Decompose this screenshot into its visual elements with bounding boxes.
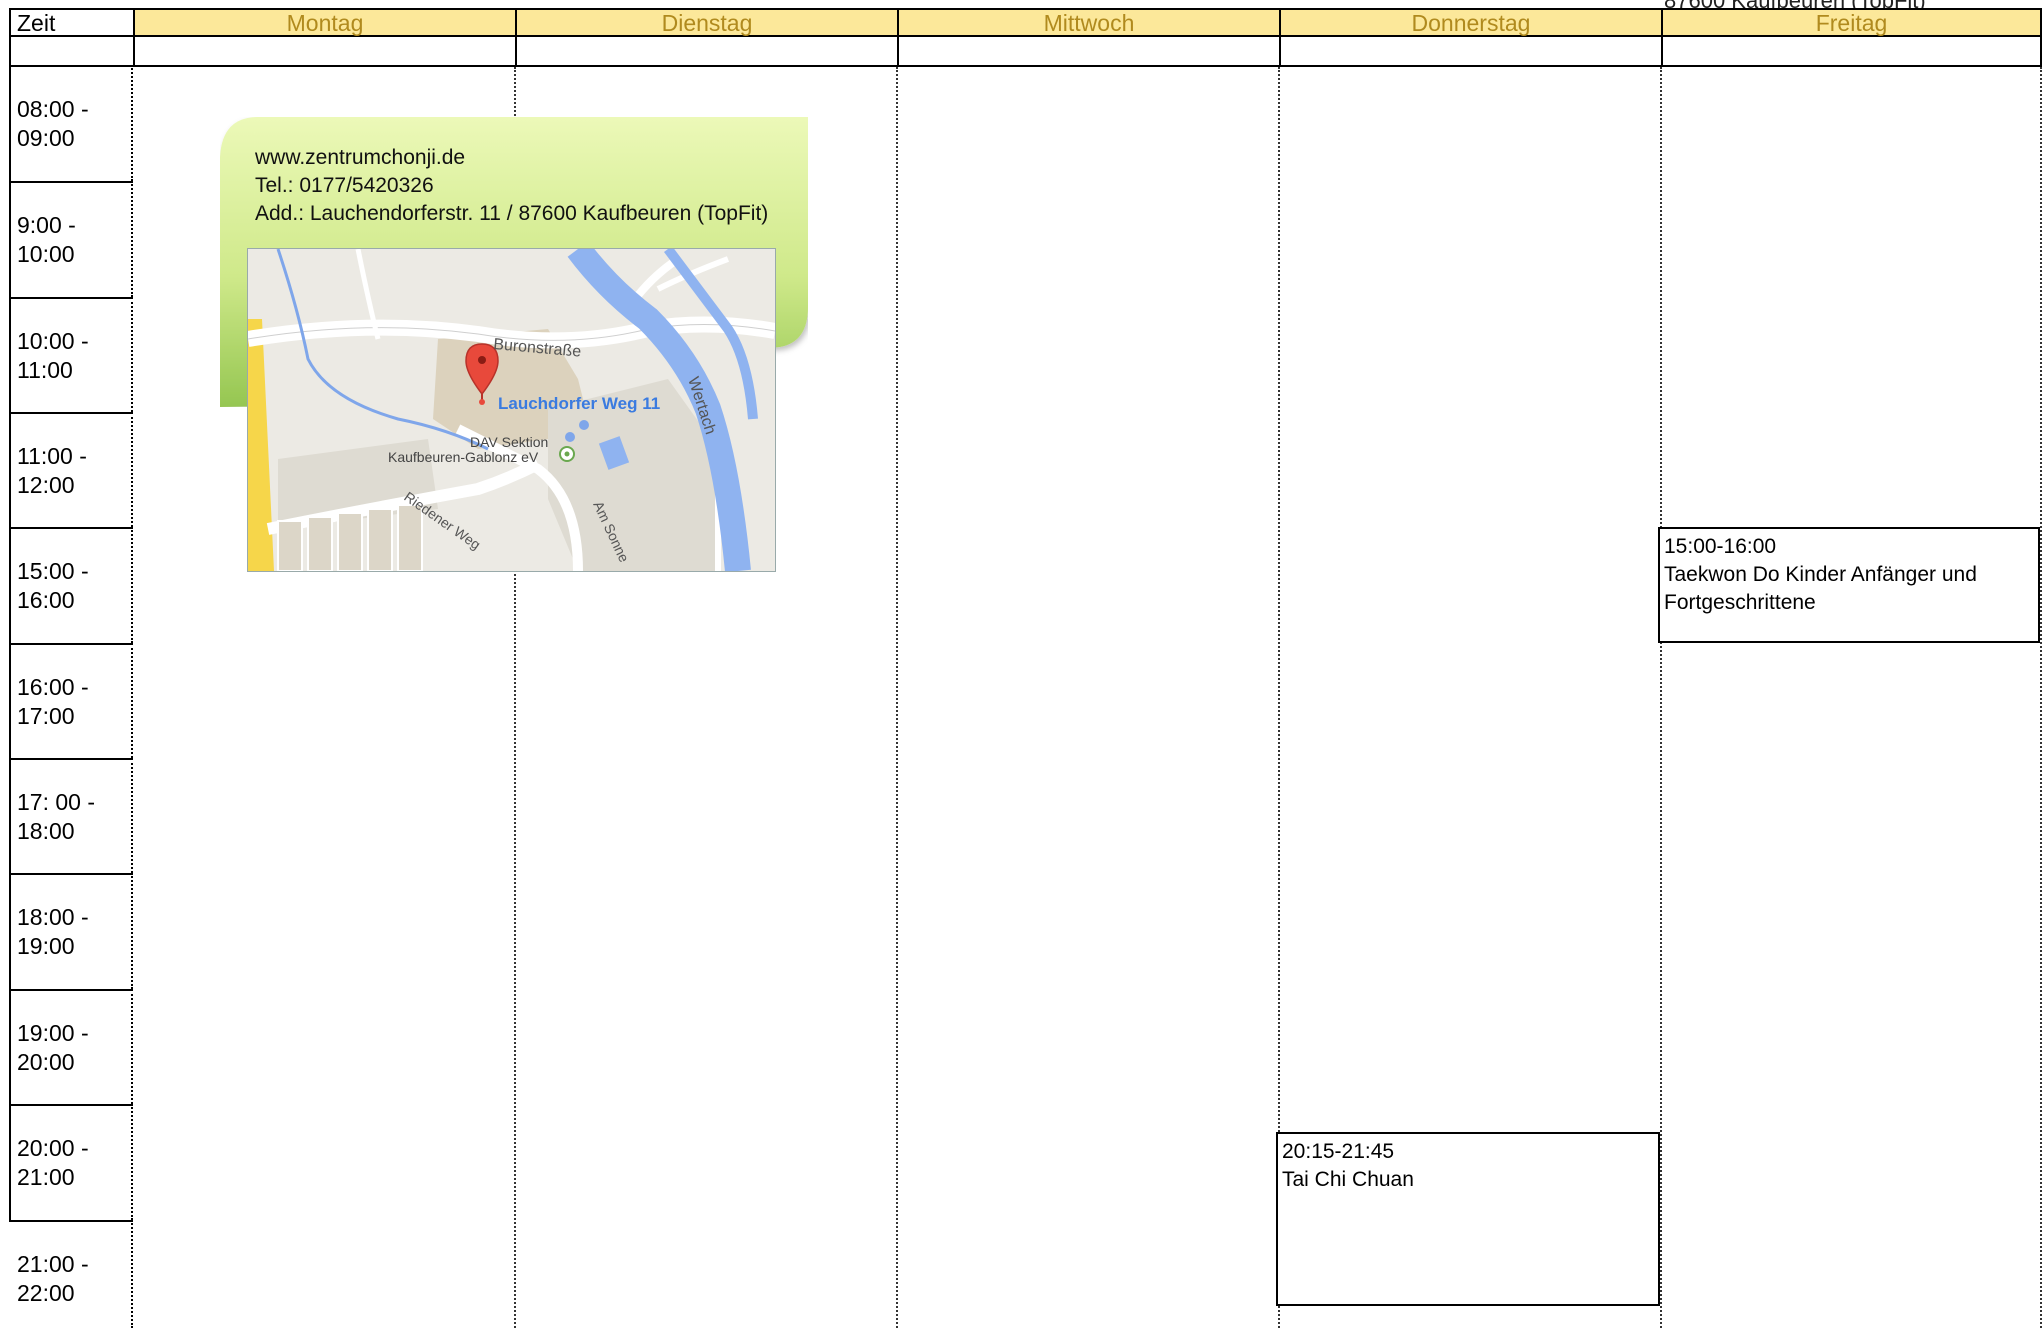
map-dot — [565, 432, 575, 442]
event-donnerstag-taichi[interactable]: 20:15-21:45 Tai Chi Chuan — [1276, 1132, 1660, 1306]
map-label-marker: Lauchdorfer Weg 11 — [498, 394, 660, 413]
time-slot: 20:00 -21:00 — [9, 1104, 133, 1220]
header-freitag: Freitag — [1661, 8, 2042, 37]
event-time: 15:00-16:00 — [1664, 535, 1777, 558]
address-text: Add.: Lauchendorferstr. 11 / 87600 Kaufb… — [255, 202, 769, 225]
event-title-cont: Fortgeschrittene — [1664, 591, 1816, 614]
header-mittwoch: Mittwoch — [897, 8, 1279, 37]
header-donnerstag: Donnerstag — [1279, 8, 1661, 37]
time-slot: 10:00 -11:00 — [9, 297, 133, 412]
time-slot: 11:00 -12:00 — [9, 412, 133, 527]
timetable-sheet: 87600 Kaufbeuren (TopFit) Zeit Montag Di… — [0, 0, 2042, 1328]
header-zeit: Zeit — [9, 8, 133, 37]
map-canvas: Buronstraße Lauchdorfer Weg 11 Wertach D… — [248, 249, 775, 571]
time-slot: 15:00 -16:00 — [9, 527, 133, 643]
subheader-cell — [1279, 37, 1661, 67]
subheader-cell — [897, 37, 1279, 67]
event-title: Taekwon Do Kinder Anfänger und — [1664, 563, 1977, 586]
header-montag: Montag — [133, 8, 515, 37]
event-freitag-taekwondo[interactable]: 15:00-16:00 Taekwon Do Kinder Anfänger u… — [1658, 527, 2040, 643]
time-slot: 17: 00 -18:00 — [9, 758, 133, 873]
time-slot: 21:00 -22:00 — [9, 1220, 133, 1328]
time-slot: 18:00 -19:00 — [9, 873, 133, 989]
time-slot: 08:00 -09:00 — [9, 65, 133, 181]
map-label-poi-cont: Kaufbeuren-Gablonz eV — [388, 449, 539, 465]
column-divider — [1660, 67, 1662, 1328]
location-map[interactable]: Buronstraße Lauchdorfer Weg 11 Wertach D… — [247, 248, 776, 572]
event-time: 20:15-21:45 — [1282, 1140, 1395, 1163]
time-slot: 9:00 -10:00 — [9, 181, 133, 297]
website-link[interactable]: www.zentrumchonji.de — [255, 144, 768, 172]
column-divider — [896, 67, 898, 1328]
subheader-cell — [515, 37, 897, 67]
phone-number: Tel.: 0177/5420326 — [255, 174, 434, 197]
subheader-cell — [9, 37, 133, 67]
map-dot — [579, 420, 589, 430]
time-slot: 19:00 -20:00 — [9, 989, 133, 1104]
header-dienstag: Dienstag — [515, 8, 897, 37]
subheader-cell — [133, 37, 515, 67]
event-title: Tai Chi Chuan — [1282, 1168, 1414, 1191]
map-label-poi: DAV Sektion — [470, 434, 548, 450]
subheader-cell — [1661, 37, 2042, 67]
note-text: www.zentrumchonji.de Tel.: 0177/5420326 … — [255, 144, 768, 228]
time-slot: 16:00 -17:00 — [9, 643, 133, 758]
